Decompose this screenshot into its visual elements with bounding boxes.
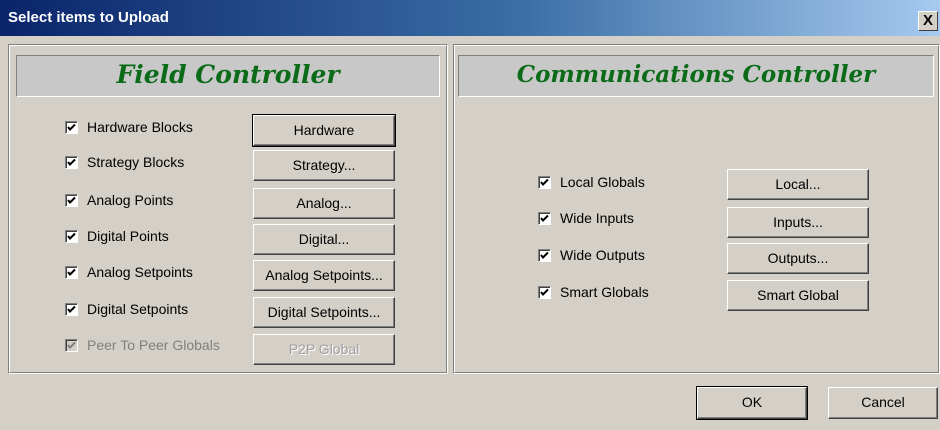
checkbox-peer-to-peer-globals: Peer To Peer Globals — [65, 335, 220, 355]
checkmark-icon — [67, 158, 76, 166]
checkbox-analog-points[interactable]: Analog Points — [65, 190, 173, 210]
checkbox-hardware-blocks[interactable]: Hardware Blocks — [65, 117, 193, 137]
checkbox-local-globals[interactable]: Local Globals — [538, 172, 645, 192]
checkbox-label: Smart Globals — [560, 284, 649, 300]
digital-setpoints-button[interactable]: Digital Setpoints... — [253, 297, 395, 328]
window-title: Select items to Upload — [8, 9, 169, 26]
checkbox-digital-points[interactable]: Digital Points — [65, 226, 169, 246]
field-controller-header: Field Controller — [16, 55, 440, 97]
checkmark-icon — [540, 178, 549, 186]
hardware-button[interactable]: Hardware — [252, 114, 396, 147]
outputs-button[interactable]: Outputs... — [727, 243, 869, 274]
local-button[interactable]: Local... — [727, 169, 869, 200]
checkbox-label: Digital Setpoints — [87, 301, 189, 317]
checkmark-icon — [67, 123, 76, 131]
checkbox-box[interactable] — [538, 211, 551, 225]
p2p-global-button: P2P Global — [253, 334, 395, 365]
checkmark-icon — [67, 341, 76, 349]
checkbox-wide-inputs[interactable]: Wide Inputs — [538, 208, 634, 228]
close-icon: X — [922, 12, 933, 29]
smart-global-button[interactable]: Smart Global — [727, 280, 869, 311]
checkbox-label: Strategy Blocks — [87, 154, 185, 170]
checkmark-icon — [540, 251, 549, 259]
checkmark-icon — [67, 196, 76, 204]
checkbox-box — [65, 338, 78, 352]
checkbox-wide-outputs[interactable]: Wide Outputs — [538, 245, 645, 265]
checkbox-label: Local Globals — [560, 174, 645, 190]
checkbox-label: Digital Points — [87, 228, 169, 244]
checkbox-label: Hardware Blocks — [87, 119, 193, 135]
communications-controller-title: Communications Controller — [516, 61, 876, 88]
communications-controller-header: Communications Controller — [458, 55, 934, 97]
checkbox-analog-setpoints[interactable]: Analog Setpoints — [65, 262, 193, 282]
communications-controller-panel: Communications Controller Local Globals … — [453, 44, 940, 374]
close-button[interactable]: X — [918, 11, 938, 31]
checkbox-label: Peer To Peer Globals — [87, 337, 220, 353]
checkbox-strategy-blocks[interactable]: Strategy Blocks — [65, 152, 184, 172]
checkmark-icon — [67, 268, 76, 276]
checkbox-box[interactable] — [538, 285, 551, 299]
checkbox-box[interactable] — [538, 175, 551, 189]
checkmark-icon — [67, 232, 76, 240]
checkmark-icon — [540, 288, 549, 296]
checkbox-box[interactable] — [65, 120, 78, 134]
checkbox-box[interactable] — [65, 155, 78, 169]
field-controller-title: Field Controller — [116, 60, 340, 89]
checkbox-box[interactable] — [65, 229, 78, 243]
checkbox-label: Wide Outputs — [560, 247, 645, 263]
checkbox-label: Wide Inputs — [560, 210, 634, 226]
checkbox-box[interactable] — [65, 193, 78, 207]
checkmark-icon — [540, 214, 549, 222]
checkbox-smart-globals[interactable]: Smart Globals — [538, 282, 649, 302]
checkbox-box[interactable] — [65, 302, 78, 316]
checkbox-digital-setpoints[interactable]: Digital Setpoints — [65, 299, 188, 319]
strategy-button[interactable]: Strategy... — [253, 150, 395, 181]
dialog-footer: OK Cancel — [0, 376, 940, 430]
ok-button[interactable]: OK — [696, 386, 808, 420]
checkbox-label: Analog Setpoints — [87, 264, 193, 280]
analog-setpoints-button[interactable]: Analog Setpoints... — [253, 260, 395, 291]
field-controller-panel: Field Controller Hardware Blocks Hardwar… — [8, 44, 448, 374]
cancel-button[interactable]: Cancel — [828, 387, 938, 419]
checkbox-box[interactable] — [65, 265, 78, 279]
analog-button[interactable]: Analog... — [253, 188, 395, 219]
title-bar: Select items to Upload X — [0, 0, 940, 36]
checkbox-box[interactable] — [538, 248, 551, 262]
digital-button[interactable]: Digital... — [253, 224, 395, 255]
checkmark-icon — [67, 305, 76, 313]
checkbox-label: Analog Points — [87, 192, 174, 208]
inputs-button[interactable]: Inputs... — [727, 207, 869, 238]
